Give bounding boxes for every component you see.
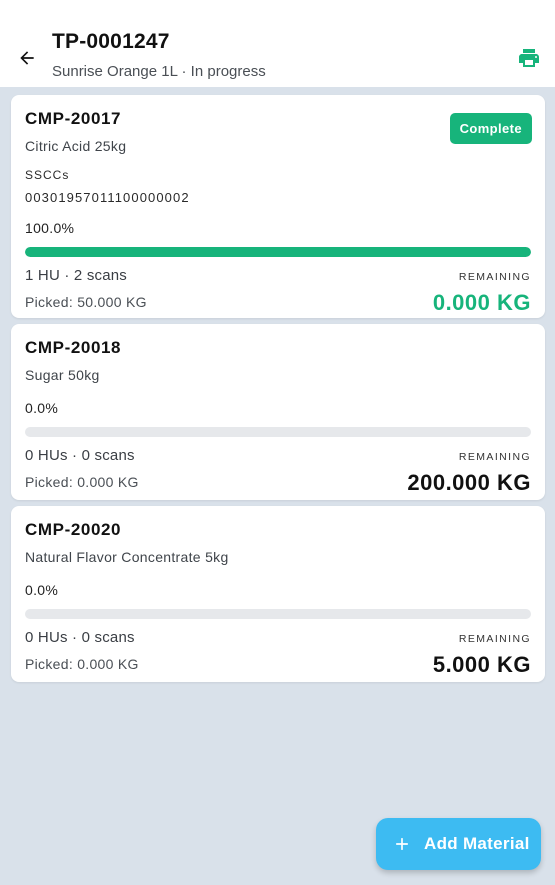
complete-badge: Complete [449, 113, 532, 144]
hu-scans-count: 1 HU · 2 scans [25, 267, 127, 284]
plus-icon [396, 838, 408, 850]
material-list: CMP-20017 Citric Acid 25kg Complete SSCC… [11, 95, 545, 688]
material-name: Sugar 50kg [25, 367, 100, 383]
picked-amount: Picked: 0.000 KG [25, 656, 139, 672]
material-card[interactable]: CMP-20018 Sugar 50kg 0.0% 0 HUs · 0 scan… [11, 324, 545, 500]
card-footer: 0 HUs · 0 scans Picked: 0.000 KG REMAINI… [25, 445, 531, 503]
add-material-label: Add Material [424, 834, 530, 853]
hu-scans-count: 0 HUs · 0 scans [25, 447, 135, 464]
arrow-left-icon [20, 51, 34, 65]
progress-fill [25, 247, 531, 257]
progress-bar [25, 427, 531, 437]
add-material-button[interactable]: Add Material [376, 818, 541, 870]
card-footer: 1 HU · 2 scans Picked: 50.000 KG REMAINI… [25, 265, 531, 323]
printer-icon [519, 49, 539, 67]
material-card[interactable]: CMP-20017 Citric Acid 25kg Complete SSCC… [11, 95, 545, 318]
print-button[interactable] [517, 46, 541, 70]
progress-percent: 0.0% [25, 400, 59, 416]
remaining-value: 0.000 KG [432, 290, 531, 315]
card-footer: 0 HUs · 0 scans Picked: 0.000 KG REMAINI… [25, 627, 531, 685]
page-subtitle: Sunrise Orange 1L · In progress [52, 63, 266, 80]
remaining-value: 200.000 KG [407, 470, 531, 495]
page-title: TP-0001247 [52, 30, 170, 53]
progress-percent: 0.0% [25, 582, 59, 598]
ssccs-label: SSCCs [25, 168, 70, 182]
progress-bar [25, 609, 531, 619]
picked-amount: Picked: 50.000 KG [25, 294, 147, 310]
material-name: Natural Flavor Concentrate 5kg [25, 549, 229, 565]
material-card[interactable]: CMP-20020 Natural Flavor Concentrate 5kg… [11, 506, 545, 682]
material-code: CMP-20020 [25, 520, 122, 539]
back-button[interactable] [12, 44, 42, 72]
remaining-value: 5.000 KG [432, 652, 531, 677]
progress-bar [25, 247, 531, 257]
remaining-label: REMAINING [458, 271, 531, 283]
picked-amount: Picked: 0.000 KG [25, 474, 139, 490]
sscc-value: 00301957011100000002 [25, 190, 190, 205]
app-bar: TP-0001247 Sunrise Orange 1L · In progre… [0, 0, 555, 87]
hu-scans-count: 0 HUs · 0 scans [25, 629, 135, 646]
remaining-label: REMAINING [458, 633, 531, 645]
progress-percent: 100.0% [25, 220, 75, 236]
material-code: CMP-20018 [25, 338, 122, 357]
remaining-label: REMAINING [458, 451, 531, 463]
